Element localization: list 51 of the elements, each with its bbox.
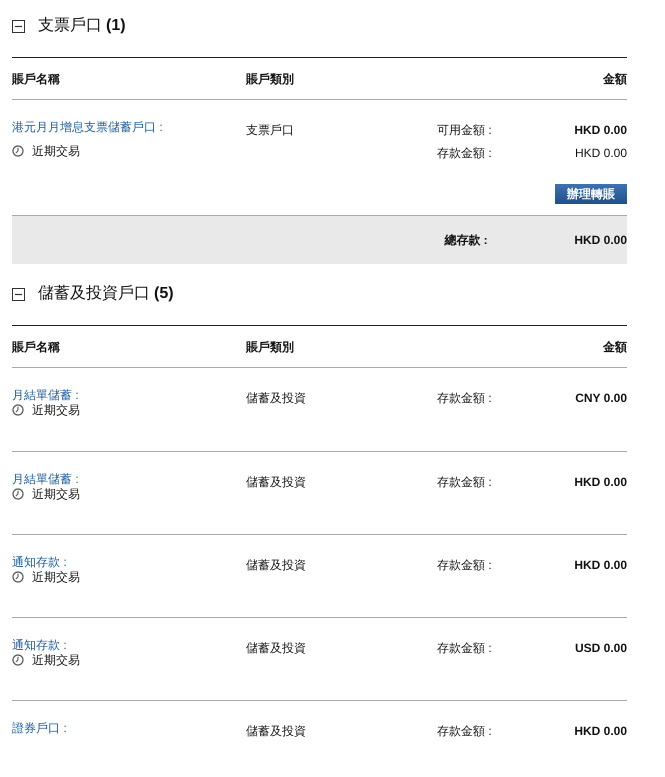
amount-value: HKD 0.00 — [574, 724, 627, 738]
section-title: 儲蓄及投資戶口 — [38, 284, 150, 304]
amount-label: 可用金額 : — [437, 123, 492, 137]
column-header: 金額 — [603, 70, 627, 88]
clock-icon — [12, 404, 24, 416]
recent-transactions-link[interactable]: 近期交易 — [32, 653, 80, 667]
total-label: 總存款 : — [444, 232, 489, 249]
account-type: 儲蓄及投資 — [246, 557, 307, 572]
amount-value: HKD 0.00 — [574, 146, 627, 160]
recent-transactions-link[interactable]: 近期交易 — [32, 487, 80, 501]
account-link[interactable]: 證券戶口 : — [12, 721, 67, 735]
clock-icon — [12, 571, 24, 583]
account-type: 儲蓄及投資 — [246, 474, 307, 489]
amount-value: CNY 0.00 — [575, 391, 627, 405]
account-type: 儲蓄及投資 — [246, 723, 307, 738]
amount-label: 存款金額 : — [437, 391, 492, 405]
clock-icon — [12, 488, 24, 500]
account-count: (1) — [106, 16, 126, 36]
collapse-icon[interactable] — [12, 20, 25, 32]
amount-value: HKD 0.00 — [574, 475, 627, 489]
amount-label: 存款金額 : — [437, 641, 492, 655]
column-header: 金額 — [603, 338, 627, 356]
transfer-button[interactable]: 辦理轉賬 — [555, 184, 627, 204]
recent-transactions-link[interactable]: 近期交易 — [32, 144, 80, 158]
amount-label: 存款金額 : — [437, 724, 492, 738]
amount-label: 存款金額 : — [437, 475, 492, 489]
amount-value: HKD 0.00 — [574, 123, 627, 137]
account-type: 支票戶口 — [246, 122, 295, 137]
clock-icon — [12, 145, 24, 157]
amount-value: USD 0.00 — [574, 641, 627, 655]
account-type: 儲蓄及投資 — [246, 390, 307, 405]
clock-icon — [12, 654, 24, 666]
amount-label: 存款金額 : — [437, 558, 492, 572]
column-header: 賬戶名稱 — [12, 70, 61, 88]
account-count: (5) — [154, 284, 174, 304]
amount-label: 存款金額 : — [437, 146, 492, 160]
account-link[interactable]: 港元月月增息支票儲蓄戶口 : — [12, 120, 163, 134]
column-header: 賬戶類別 — [246, 338, 295, 356]
account-link[interactable]: 通知存款 : — [12, 555, 67, 569]
account-link[interactable]: 通知存款 : — [12, 638, 67, 652]
total-value: HKD 0.00 — [574, 232, 627, 249]
column-header: 賬戶類別 — [246, 70, 295, 88]
recent-transactions-link[interactable]: 近期交易 — [32, 403, 80, 417]
section-title: 支票戶口 — [38, 16, 102, 36]
account-link[interactable]: 月結單儲蓄 : — [12, 388, 79, 402]
collapse-icon[interactable] — [12, 288, 25, 300]
account-link[interactable]: 月結單儲蓄 : — [12, 472, 79, 486]
column-header: 賬戶名稱 — [12, 338, 61, 356]
account-type: 儲蓄及投資 — [246, 640, 307, 655]
amount-value: HKD 0.00 — [574, 558, 627, 572]
recent-transactions-link[interactable]: 近期交易 — [32, 570, 80, 584]
